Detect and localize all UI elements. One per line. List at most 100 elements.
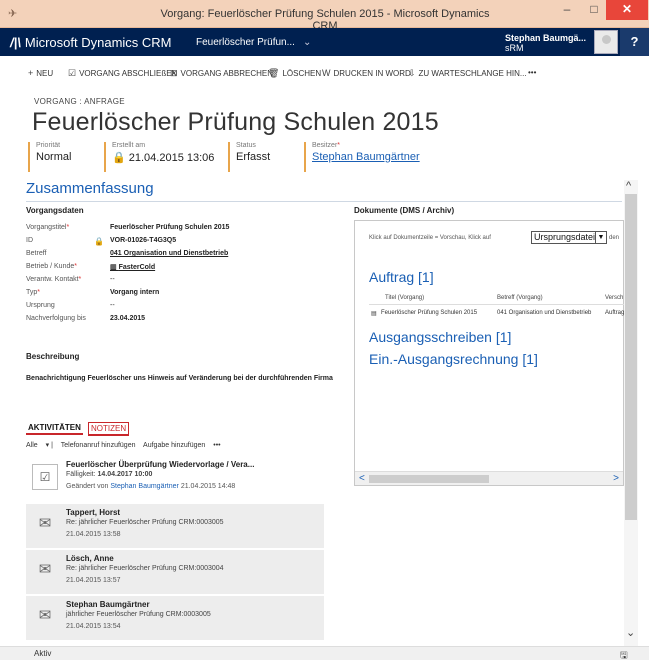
- doc-group-auftrag[interactable]: Auftrag [1]: [369, 269, 434, 285]
- col-title[interactable]: Titel (Vorgang): [385, 295, 424, 301]
- activity-subject: jährlicher Feuerlöscher Prüfung CRM:0003…: [66, 611, 211, 618]
- col-subject[interactable]: Betreff (Vorgang): [497, 295, 543, 301]
- app-name: Microsoft Dynamics CRM: [24, 35, 172, 50]
- priority-label: Priorität: [36, 142, 61, 149]
- command-bar: + NEU ☑ VORGANG ABSCHLIEßEN ⊠ VORGANG ABBRE…: [0, 56, 649, 88]
- record-nav-label: Feuerlöscher Prüfun...: [196, 37, 295, 48]
- description-text[interactable]: Benachrichtigung Feuerlöscher uns Hinwei…: [26, 374, 344, 384]
- resolve-icon: ☑: [68, 68, 77, 78]
- activity-modified: Geändert von Stephan Baumgärtner 21.04.2…: [66, 483, 235, 490]
- close-case-button[interactable]: ☑ VORGANG ABSCHLIEßEN: [68, 68, 177, 79]
- chevron-down-icon: ▼: [595, 232, 606, 243]
- field-subject[interactable]: Betreff 041 Organisation und Dienstbetrie…: [26, 250, 346, 263]
- field-value: --: [110, 302, 115, 309]
- activity-filter[interactable]: Alle ▾ |: [26, 442, 53, 449]
- save-icon[interactable]: 🖫: [620, 648, 628, 660]
- more-activities-button[interactable]: •••: [213, 442, 220, 449]
- window-title-bar: ✈ Vorgang: Feuerlöscher Prüfung Schulen …: [0, 0, 649, 32]
- owner-label-text: Besitzer: [312, 142, 338, 149]
- modified-user-link[interactable]: Stephan Baumgärtner: [110, 483, 179, 490]
- field-label: Typ*: [26, 289, 40, 296]
- print-word-button[interactable]: W DRUCKEN IN WORD: [322, 68, 411, 78]
- new-button[interactable]: + NEU: [28, 68, 53, 78]
- created-date: 21.04.2015 13:06: [128, 152, 215, 164]
- list-item[interactable]: ☑ Feuerlöscher Überprüfung Wiedervorlage…: [26, 456, 324, 500]
- scroll-down-icon[interactable]: ⌄: [626, 626, 635, 639]
- col-type[interactable]: Versch: [605, 295, 623, 301]
- activity-subject: Re: jährlicher Feuerlöscher Prüfung CRM:…: [66, 565, 224, 572]
- field-follow-up[interactable]: Nachverfolgung bis 23.04.2015: [26, 315, 346, 328]
- cancel-icon: ⊠: [170, 68, 178, 78]
- documents-heading: Dokumente (DMS / Archiv): [354, 206, 455, 215]
- minimize-button[interactable]: –: [553, 0, 581, 20]
- list-item[interactable]: ✉ Stephan Baumgärtner jährlicher Feuerlö…: [26, 596, 324, 640]
- header-field-status[interactable]: Status Erfasst: [228, 142, 270, 172]
- cancel-case-button[interactable]: ⊠ VORGANG ABBRECHEN: [170, 68, 273, 79]
- description-heading: Beschreibung: [26, 352, 80, 361]
- lock-icon: 🔒: [94, 237, 104, 246]
- scroll-thumb[interactable]: [625, 194, 637, 520]
- table-row[interactable]: ▤ Feuerlöscher Prüfung Schulen 2015 041 …: [369, 309, 624, 321]
- field-type[interactable]: Typ* Vorgang intern: [26, 289, 346, 302]
- help-button[interactable]: ?: [620, 28, 649, 56]
- scroll-right-icon[interactable]: >: [613, 473, 619, 484]
- scroll-left-icon[interactable]: <: [359, 473, 365, 484]
- tab-notes[interactable]: NOTIZEN: [88, 422, 130, 436]
- add-task-button[interactable]: Aufgabe hinzufügen: [143, 442, 205, 449]
- header-field-priority[interactable]: Priorität Normal: [28, 142, 71, 172]
- field-label-text: Typ: [26, 289, 38, 296]
- case-data-heading: Vorgangsdaten: [26, 206, 84, 215]
- add-to-queue-button[interactable]: ⇩ ZU WARTESCHLANGE HIN...: [408, 68, 527, 79]
- header-field-owner[interactable]: Besitzer* Stephan Baumgärtner: [304, 142, 420, 172]
- activity-title: Tappert, Horst: [66, 508, 121, 517]
- field-case-title[interactable]: Vorgangstitel* Feuerlöscher Prüfung Schul…: [26, 224, 346, 237]
- maximize-button[interactable]: □: [580, 0, 608, 20]
- breadcrumb: VORGANG : ANFRAGE: [34, 97, 125, 106]
- task-icon: ☑: [32, 464, 58, 490]
- header-field-created: Erstellt am 🔒 21.04.2015 13:06: [104, 142, 214, 172]
- vertical-scrollbar[interactable]: ^ ⌄: [624, 180, 638, 646]
- field-label-text: Betrieb / Kunde: [26, 263, 75, 270]
- list-item[interactable]: ✉ Lösch, Anne Re: jährlicher Feuerlösche…: [26, 550, 324, 594]
- doc-group-outgoing[interactable]: Ausgangsschreiben [1]: [369, 329, 511, 345]
- customer-link[interactable]: ▥ FasterCold: [110, 263, 155, 271]
- add-phone-call-button[interactable]: Telefonanruf hinzufügen: [61, 442, 136, 449]
- owner-link[interactable]: Stephan Baumgärtner: [312, 151, 420, 163]
- print-word-label: DRUCKEN IN WORD: [333, 69, 411, 78]
- record-nav[interactable]: Feuerlöscher Prüfun... ⌄: [196, 37, 311, 48]
- activity-actions: Alle ▾ | Telefonanruf hinzufügen Aufgabe…: [26, 441, 227, 449]
- scroll-thumb[interactable]: [369, 475, 489, 483]
- field-label: Betrieb / Kunde*: [26, 263, 77, 270]
- activity-title: Lösch, Anne: [66, 554, 114, 563]
- user-info[interactable]: Stephan Baumgä... sRM: [505, 33, 586, 53]
- documents-table-header: Titel (Vorgang) Betreff (Vorgang) Versch: [369, 293, 624, 305]
- more-commands-button[interactable]: •••: [528, 68, 536, 77]
- field-origin[interactable]: Ursprung --: [26, 302, 346, 315]
- due-label: Fälligkeit:: [66, 471, 96, 478]
- avatar[interactable]: [594, 30, 618, 54]
- close-button[interactable]: ✕: [606, 0, 648, 20]
- modified-date: 21.04.2015 14:48: [180, 483, 236, 490]
- tab-activities[interactable]: AKTIVITÄTEN: [26, 422, 83, 435]
- subject-link[interactable]: 041 Organisation und Dienstbetrieb: [110, 250, 228, 257]
- activity-date: 21.04.2015 13:54: [66, 623, 121, 630]
- row-title: Feuerlöscher Prüfung Schulen 2015: [381, 310, 478, 316]
- user-org: sRM: [505, 43, 524, 53]
- documents-panel: Klick auf Dokumentzeile = Vorschau, Klic…: [354, 220, 624, 486]
- row-subject: 041 Organisation und Dienstbetrieb: [497, 310, 592, 316]
- field-contact[interactable]: Verantw. Kontakt* --: [26, 276, 346, 289]
- filter-label: Alle: [26, 442, 38, 449]
- customer-name: FasterCold: [118, 264, 156, 271]
- crm-navbar: /|\ Microsoft Dynamics CRM Feuerlöscher P…: [0, 28, 649, 56]
- field-value: 23.04.2015: [110, 315, 146, 322]
- app-logo[interactable]: /|\ Microsoft Dynamics CRM: [10, 35, 172, 50]
- file-type-select[interactable]: Ursprungsdatei ▼: [531, 231, 607, 244]
- delete-button[interactable]: 🗑 LÖSCHEN: [268, 68, 321, 79]
- field-label: ID: [26, 237, 33, 244]
- doc-group-invoices[interactable]: Ein.-Ausgangsrechnung [1]: [369, 351, 538, 367]
- list-item[interactable]: ✉ Tappert, Horst Re: jährlicher Feuerlös…: [26, 504, 324, 548]
- field-customer[interactable]: Betrieb / Kunde* ▥ FasterCold: [26, 263, 346, 276]
- horizontal-scrollbar[interactable]: < >: [355, 471, 623, 485]
- scroll-up-icon[interactable]: ^: [626, 180, 631, 192]
- field-label: Verantw. Kontakt*: [26, 276, 81, 283]
